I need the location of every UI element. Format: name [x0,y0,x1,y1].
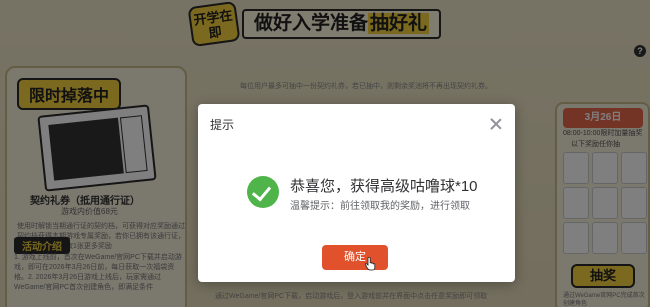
hand-cursor-icon [364,257,376,271]
reward-dialog: 提示 恭喜您，获得高级咕噜球*10 温馨提示：前往领取我的奖励，进行领取 确定 [198,104,515,282]
success-check-icon [247,176,279,208]
confirm-button[interactable]: 确定 [322,245,388,270]
dialog-message: 恭喜您，获得高级咕噜球*10 [290,178,478,195]
dialog-title: 提示 [210,118,235,132]
close-icon[interactable] [488,116,504,132]
dialog-tip: 温馨提示：前往领取我的奖励，进行领取 [290,201,470,212]
